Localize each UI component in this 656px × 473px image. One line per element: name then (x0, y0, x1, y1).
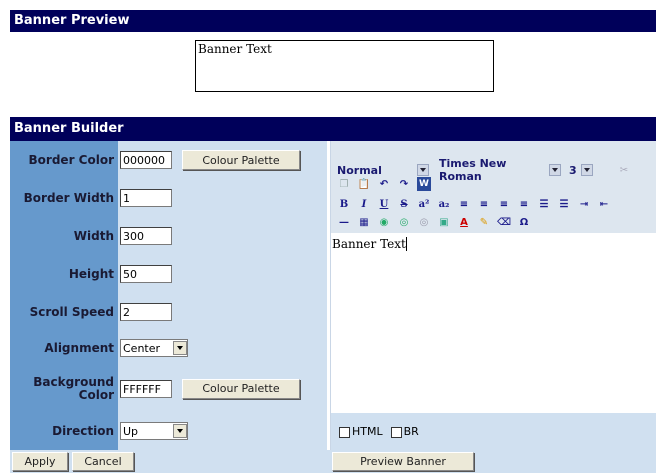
editor-toolbar-row-4: — ▦ ◉ ◎ ◎ ▣ A ✎ ⌫ Ω (337, 215, 531, 229)
size-select-value: 3 (569, 163, 577, 177)
image-gallery-icon[interactable]: ◉ (377, 215, 391, 229)
background-colour-palette-button[interactable]: Colour Palette (182, 378, 300, 399)
background-color-input[interactable]: FFFFFF (120, 379, 172, 398)
indent-icon[interactable]: ⇥ (577, 197, 591, 211)
font-select-value: Times New Roman (439, 157, 507, 183)
border-colour-palette-button[interactable]: Colour Palette (182, 150, 300, 170)
copy-icon[interactable]: ❐ (337, 177, 351, 191)
width-row: Width 300 (10, 217, 327, 255)
border-width-row: Border Width 1 (10, 179, 327, 217)
alignment-label: Alignment (10, 331, 118, 365)
banner-builder-title: Banner Builder (14, 121, 124, 136)
direction-value: Up (123, 424, 139, 438)
banner-builder-panel: Border Color 000000 Colour Palette Borde… (10, 141, 656, 473)
alignment-row: Alignment Center (10, 331, 327, 365)
builder-footer: Apply Cancel Preview Banner (10, 450, 656, 473)
link-icon[interactable]: ◎ (397, 215, 411, 229)
editor-content-area[interactable]: Banner Text (331, 233, 656, 413)
size-select[interactable]: 3 (569, 164, 599, 177)
align-left-icon[interactable]: ≡ (457, 197, 471, 211)
alignment-value: Center (123, 341, 161, 355)
redo-icon[interactable]: ↷ (397, 177, 411, 191)
background-color-label: Background Color (10, 365, 118, 412)
html-checkbox-label: HTML (352, 425, 383, 438)
height-row: Height 50 (10, 255, 327, 293)
subscript-icon[interactable]: a₂ (437, 197, 451, 211)
banner-preview-title: Banner Preview (14, 13, 130, 28)
html-checkbox-box[interactable] (339, 426, 350, 438)
editor-toolbar-row-2: ❐ 📋 ↶ ↷ W (337, 177, 431, 191)
border-color-label: Border Color (10, 141, 118, 179)
table-icon[interactable]: ▦ (357, 215, 371, 229)
scroll-speed-input[interactable]: 2 (120, 303, 172, 321)
editor-toolbar-row-3: B I U S a² a₂ ≡ ≡ ≡ ≡ ☰ ☰ ⇥ ⇤ (337, 197, 611, 211)
preview-banner-button[interactable]: Preview Banner (332, 452, 474, 471)
highlight-icon[interactable]: ✎ (477, 215, 491, 229)
width-label: Width (10, 217, 118, 255)
unordered-list-icon[interactable]: ☰ (557, 197, 571, 211)
font-select[interactable]: Times New Roman (439, 157, 561, 183)
horizontal-rule-icon[interactable]: — (337, 215, 351, 229)
paste-word-icon[interactable]: W (417, 177, 431, 191)
chevron-down-icon (173, 424, 187, 438)
cut-icon[interactable]: ✂ (617, 163, 631, 177)
text-cursor (405, 237, 407, 251)
br-checkbox[interactable]: BR (390, 425, 419, 438)
editor-content: Banner Text (332, 237, 406, 251)
font-color-icon[interactable]: A (457, 215, 471, 229)
border-color-input[interactable]: 000000 (120, 151, 172, 169)
eraser-icon[interactable]: ⌫ (497, 215, 511, 229)
special-character-icon[interactable]: Ω (517, 215, 531, 229)
superscript-icon[interactable]: a² (417, 197, 431, 211)
width-input[interactable]: 300 (120, 227, 172, 245)
height-label: Height (10, 255, 118, 293)
style-select-value: Normal (337, 163, 382, 177)
underline-icon[interactable]: U (377, 197, 391, 211)
border-width-input[interactable]: 1 (120, 189, 172, 207)
editor-toolbar: Normal Times New Roman 3 ✂ ❐ 📋 ↶ ↷ W B I… (331, 141, 656, 233)
align-center-icon[interactable]: ≡ (477, 197, 491, 211)
html-checkbox[interactable]: HTML (339, 425, 383, 438)
scroll-speed-row: Scroll Speed 2 (10, 293, 327, 331)
style-select[interactable]: Normal (337, 164, 429, 177)
direction-label: Direction (10, 412, 118, 450)
banner-builder-header: Banner Builder (10, 117, 656, 141)
br-checkbox-box[interactable] (390, 426, 402, 438)
chevron-down-icon (173, 341, 187, 355)
direction-select[interactable]: Up (120, 422, 188, 440)
ordered-list-icon[interactable]: ☰ (537, 197, 551, 211)
outdent-icon[interactable]: ⇤ (597, 197, 611, 211)
cancel-button[interactable]: Cancel (72, 452, 134, 471)
banner-preview-box: Banner Text (195, 40, 494, 92)
chevron-down-icon (417, 164, 429, 176)
border-width-label: Border Width (10, 179, 118, 217)
banner-preview-text: Banner Text (198, 42, 272, 56)
paste-icon[interactable]: 📋 (357, 177, 371, 191)
br-checkbox-label: BR (403, 425, 419, 438)
banner-preview-header: Banner Preview (10, 10, 656, 32)
align-right-icon[interactable]: ≡ (497, 197, 511, 211)
strikethrough-icon[interactable]: S (397, 197, 411, 211)
image-icon[interactable]: ▣ (437, 215, 451, 229)
undo-icon[interactable]: ↶ (377, 177, 391, 191)
height-input[interactable]: 50 (120, 265, 172, 283)
chevron-down-icon (580, 164, 593, 176)
italic-icon[interactable]: I (357, 197, 371, 211)
editor-footer: HTML BR (331, 413, 656, 450)
chevron-down-icon (549, 164, 561, 176)
unlink-icon[interactable]: ◎ (417, 215, 431, 229)
background-color-row: Background Color FFFFFF Colour Palette (10, 365, 327, 412)
justify-icon[interactable]: ≡ (517, 197, 531, 211)
apply-button[interactable]: Apply (12, 452, 68, 471)
banner-text-editor: Normal Times New Roman 3 ✂ ❐ 📋 ↶ ↷ W B I… (330, 141, 656, 450)
scroll-speed-label: Scroll Speed (10, 293, 118, 331)
bold-icon[interactable]: B (337, 197, 351, 211)
alignment-select[interactable]: Center (120, 339, 188, 357)
border-color-row: Border Color 000000 Colour Palette (10, 141, 327, 179)
direction-row: Direction Up (10, 412, 327, 450)
